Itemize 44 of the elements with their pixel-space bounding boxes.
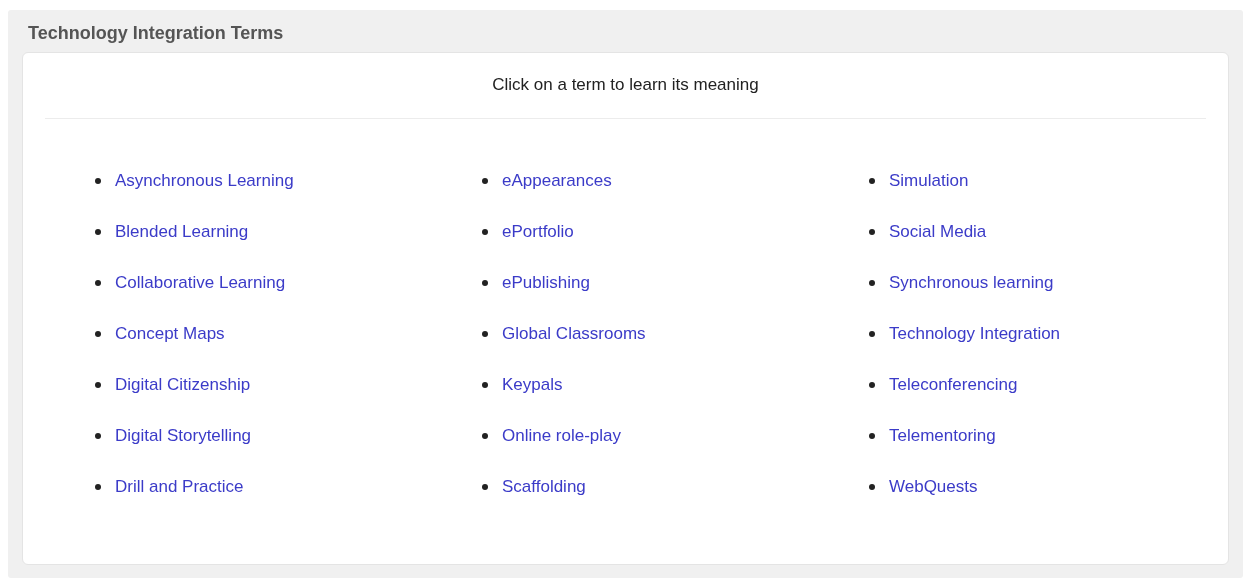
term-link[interactable]: Asynchronous Learning [115, 168, 294, 194]
bullet-icon [482, 382, 488, 388]
term-link[interactable]: ePublishing [502, 270, 590, 296]
bullet-icon [869, 433, 875, 439]
term-link[interactable]: Collaborative Learning [115, 270, 286, 296]
term-link[interactable]: Digital Citizenship [115, 372, 251, 398]
instruction-text: Click on a term to learn its meaning [492, 73, 759, 96]
term-link[interactable]: Synchronous learning [889, 270, 1054, 296]
bullet-icon [869, 178, 875, 184]
panel-title: Technology Integration Terms [27, 22, 284, 44]
term-link[interactable]: Drill and Practice [115, 474, 244, 500]
bullet-icon [482, 433, 488, 439]
term-link[interactable]: Social Media [889, 219, 987, 245]
term-link[interactable]: Telementoring [889, 423, 996, 449]
term-link[interactable]: ePortfolio [502, 219, 574, 245]
term-link[interactable]: Scaffolding [502, 474, 586, 500]
bullet-icon [869, 484, 875, 490]
term-link[interactable]: Teleconferencing [889, 372, 1018, 398]
bullet-icon [95, 178, 101, 184]
term-link[interactable]: Keypals [502, 372, 563, 398]
term-link[interactable]: Online role-play [502, 423, 622, 449]
bullet-icon [869, 331, 875, 337]
bullet-icon [869, 229, 875, 235]
bullet-icon [482, 178, 488, 184]
bullet-icon [482, 484, 488, 490]
term-link[interactable]: Blended Learning [115, 219, 249, 245]
bullet-icon [482, 331, 488, 337]
bullet-icon [869, 382, 875, 388]
bullet-icon [482, 229, 488, 235]
bullet-icon [95, 433, 101, 439]
bullet-icon [95, 331, 101, 337]
term-link[interactable]: Technology Integration [889, 321, 1061, 347]
term-link[interactable]: eAppearances [502, 168, 612, 194]
bullet-icon [95, 484, 101, 490]
term-link[interactable]: Global Classrooms [502, 321, 646, 347]
bullet-icon [95, 229, 101, 235]
bullet-icon [869, 280, 875, 286]
term-link[interactable]: WebQuests [889, 474, 978, 500]
term-link[interactable]: Simulation [889, 168, 969, 194]
bullet-icon [95, 382, 101, 388]
bullet-icon [95, 280, 101, 286]
term-link[interactable]: Concept Maps [115, 321, 225, 347]
bullet-icon [482, 280, 488, 286]
term-link[interactable]: Digital Storytelling [115, 423, 252, 449]
